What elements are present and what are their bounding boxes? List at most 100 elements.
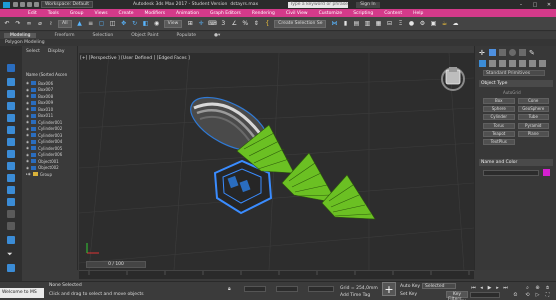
name-and-color-rollout[interactable]: Name and Color <box>479 159 553 166</box>
visibility-icon[interactable]: ◉ <box>26 94 29 98</box>
object-color-swatch[interactable] <box>543 169 550 176</box>
field-of-view-icon[interactable]: ▷ <box>534 292 541 298</box>
workspace-dropdown[interactable]: Workspace: Default <box>41 1 93 8</box>
autogrid-checkbox[interactable]: AutoGrid <box>503 90 521 95</box>
menu-modifiers[interactable]: Modifiers <box>145 11 166 16</box>
motion-tab-icon[interactable] <box>509 48 516 56</box>
track-bar[interactable] <box>79 270 474 279</box>
rectangular-selection-icon[interactable]: ▢ <box>98 20 106 28</box>
menu-graph-editors[interactable]: Graph Editors <box>210 11 241 16</box>
key-filters-button[interactable]: Key Filters... <box>446 291 468 300</box>
invert-display-icon[interactable] <box>7 222 15 230</box>
orbit-icon[interactable]: ⟲ <box>524 292 531 298</box>
teapot-button[interactable]: Teapot <box>483 130 515 137</box>
link-icon[interactable]: ∞ <box>25 20 33 28</box>
menu-animation[interactable]: Animation <box>176 11 199 16</box>
select-scale-icon[interactable]: ◧ <box>142 20 150 28</box>
set-key-icon[interactable]: + <box>382 282 396 296</box>
edit-named-selection-icon[interactable]: { <box>263 20 271 28</box>
visibility-icon[interactable]: ◉ <box>26 127 29 131</box>
visibility-icon[interactable]: ◉ <box>26 140 29 144</box>
manipulate-icon[interactable]: ✛ <box>197 20 205 28</box>
textplus-button[interactable]: TextPlus <box>483 138 515 145</box>
display-shapes-icon[interactable] <box>7 102 15 110</box>
maximize-icon[interactable]: □ <box>528 2 542 8</box>
maxscript-listener[interactable]: Welcome to MS <box>0 288 44 298</box>
z-coordinate-field[interactable] <box>308 286 334 292</box>
menu-tools[interactable]: Tools <box>48 11 59 16</box>
perspective-viewport[interactable] <box>79 53 474 270</box>
render-setup-icon[interactable]: ⚙ <box>418 20 426 28</box>
y-coordinate-field[interactable] <box>276 286 298 292</box>
time-slider[interactable]: 0 / 100 <box>86 261 146 268</box>
time-configuration-icon[interactable]: ⏲ <box>512 292 519 298</box>
set-key-button[interactable]: Set Key <box>400 292 417 297</box>
helpers-icon[interactable] <box>519 59 526 67</box>
tab-object-paint[interactable]: Object Paint <box>131 33 158 38</box>
torus-button[interactable]: Torus <box>483 122 515 129</box>
shapes-icon[interactable] <box>489 59 496 67</box>
visibility-icon[interactable]: ◉ <box>26 159 29 163</box>
previous-frame-icon[interactable]: ◂ <box>478 285 485 291</box>
display-lights-icon[interactable] <box>7 114 15 122</box>
material-editor-icon[interactable]: ● <box>407 20 415 28</box>
menu-customize[interactable]: Customize <box>319 11 343 16</box>
visibility-icon[interactable]: ◉ <box>26 88 29 92</box>
place-icon[interactable]: ◉ <box>153 20 161 28</box>
plane-button[interactable]: Plane <box>517 130 549 137</box>
pivot-icon[interactable]: ⊞ <box>186 20 194 28</box>
display-all-icon[interactable] <box>7 210 15 218</box>
visibility-icon[interactable]: ◉ <box>26 166 29 170</box>
tab-modeling[interactable]: Modeling <box>4 33 37 38</box>
save-file-icon[interactable] <box>27 2 32 7</box>
create-tab-icon[interactable]: ✛ <box>479 49 486 57</box>
angle-snap-icon[interactable]: ∠ <box>230 20 238 28</box>
expand-arrow-icon[interactable]: ▸◉ <box>26 172 31 176</box>
render-cloud-icon[interactable]: ☁ <box>451 20 459 28</box>
pyramid-button[interactable]: Pyramid <box>517 122 549 129</box>
display-xrefs-icon[interactable] <box>7 174 15 182</box>
menu-edit[interactable]: Edit <box>28 11 37 16</box>
select-rotate-icon[interactable]: ↻ <box>131 20 139 28</box>
visibility-icon[interactable]: ◉ <box>26 107 29 111</box>
window-crossing-icon[interactable]: ◫ <box>109 20 117 28</box>
unlink-icon[interactable]: ⌀ <box>36 20 44 28</box>
selection-filter-dropdown[interactable]: All <box>58 19 72 28</box>
select-object-icon[interactable]: ▲ <box>76 20 84 28</box>
display-groups-icon[interactable] <box>7 162 15 170</box>
modify-tab-icon[interactable] <box>489 48 496 56</box>
menu-scripting[interactable]: Scripting <box>353 11 373 16</box>
auto-key-button[interactable]: Auto Key <box>400 284 420 289</box>
hierarchy-tab-icon[interactable] <box>499 48 506 56</box>
menu-help[interactable]: Help <box>413 11 423 16</box>
tab-populate[interactable]: Populate <box>177 33 197 38</box>
x-coordinate-field[interactable] <box>244 286 266 292</box>
snaps-toggle-icon[interactable]: 3 <box>219 20 227 28</box>
percent-snap-icon[interactable]: % <box>241 20 249 28</box>
app-logo-icon[interactable] <box>3 1 10 8</box>
geometry-icon[interactable] <box>479 59 486 67</box>
menu-civil-view[interactable]: Civil View <box>286 11 308 16</box>
visibility-icon[interactable]: ◉ <box>26 101 29 105</box>
polygon-modeling-label[interactable]: Polygon Modeling <box>0 39 556 46</box>
space-warps-icon[interactable] <box>529 59 536 67</box>
visibility-icon[interactable]: ◉ <box>26 81 29 85</box>
named-selection-dropdown[interactable]: Create Selection Se <box>274 19 327 28</box>
new-file-icon[interactable] <box>13 2 18 7</box>
pan-view-icon[interactable]: ✋︎ <box>544 285 551 291</box>
mirror-icon[interactable]: ⋈ <box>330 20 338 28</box>
object-type-rollout[interactable]: Object Type <box>479 80 553 87</box>
filter-funnel-icon[interactable]: ⏷ <box>7 250 15 258</box>
display-helpers-icon[interactable] <box>7 138 15 146</box>
go-to-start-icon[interactable]: ⏮ <box>470 285 477 291</box>
explorer-tab-display[interactable]: Display <box>48 49 65 54</box>
add-time-tag[interactable]: Add Time Tag <box>340 293 370 298</box>
key-mode-dropdown[interactable]: Selected <box>422 283 456 289</box>
select-by-name-icon[interactable]: ≡ <box>87 20 95 28</box>
lights-icon[interactable] <box>499 59 506 67</box>
hierarchy-icon[interactable] <box>7 236 15 244</box>
align-icon[interactable]: ▮ <box>341 20 349 28</box>
utilities-tab-icon[interactable]: ✎ <box>529 49 536 57</box>
menu-rendering[interactable]: Rendering <box>252 11 275 16</box>
render-production-icon[interactable]: ☕ <box>440 20 448 28</box>
